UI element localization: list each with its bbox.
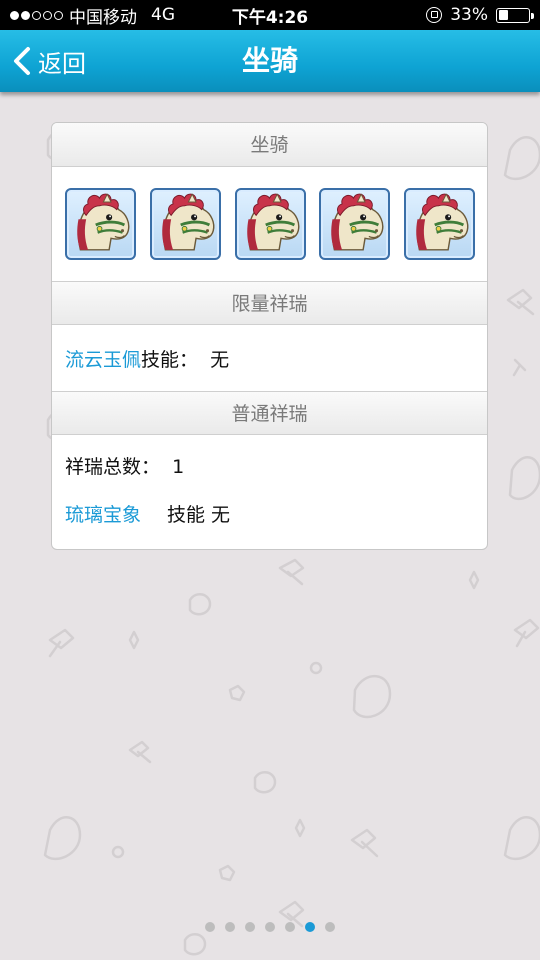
status-left: 中国移动 4G [10, 3, 175, 28]
mount-list [52, 167, 487, 281]
status-bar: 中国移动 4G 下午4:26 33% [0, 0, 540, 30]
horse-mount-icon[interactable] [234, 188, 306, 260]
signal-strength-icon [10, 10, 63, 20]
normal-total-count: 祥瑞总数： 1 [65, 456, 185, 478]
back-label: 返回 [38, 49, 86, 78]
limited-section-header: 限量祥瑞 [52, 281, 487, 325]
battery-percent: 33% [450, 5, 488, 25]
orientation-lock-icon [426, 7, 443, 23]
page-dot[interactable] [225, 922, 235, 932]
battery-icon [496, 7, 534, 23]
page-dot[interactable] [245, 922, 255, 932]
page-dot-active[interactable] [305, 922, 315, 932]
horse-mount-icon[interactable] [319, 188, 391, 260]
page-dot[interactable] [325, 922, 335, 932]
carrier-label: 中国移动 [69, 7, 137, 28]
mount-card: 坐骑 限量祥瑞 流云玉佩 技能： 无 普通祥瑞 祥瑞总数： 1 琉璃宝象 技能 … [51, 122, 488, 550]
horse-mount-icon[interactable] [65, 188, 136, 260]
page-indicator [0, 922, 540, 934]
normal-item-row: 琉璃宝象 技能 无 [65, 499, 474, 531]
back-button[interactable]: 返回 [12, 42, 86, 80]
normal-item-skill: 技能 无 [167, 504, 231, 526]
horse-mount-icon[interactable] [404, 188, 475, 260]
limited-item-skill: 技能： 无 [141, 348, 230, 371]
normal-section-body: 祥瑞总数： 1 琉璃宝象 技能 无 [52, 435, 487, 549]
page-dot[interactable] [285, 922, 295, 932]
status-right: 33% [426, 5, 534, 25]
network-type: 4G [151, 5, 175, 25]
limited-item-row: 流云玉佩 技能： 无 [52, 325, 487, 391]
mount-section-header: 坐骑 [52, 123, 487, 167]
page-dot[interactable] [265, 922, 275, 932]
battery-level-fill [498, 10, 509, 20]
normal-item-link[interactable]: 琉璃宝象 [65, 499, 167, 531]
horse-mount-icon[interactable] [149, 188, 221, 260]
limited-item-link[interactable]: 流云玉佩 [65, 345, 141, 372]
normal-section-header: 普通祥瑞 [52, 391, 487, 435]
chevron-left-icon [14, 47, 30, 75]
navigation-bar: 返回 坐骑 [0, 30, 540, 92]
page-dot[interactable] [205, 922, 215, 932]
